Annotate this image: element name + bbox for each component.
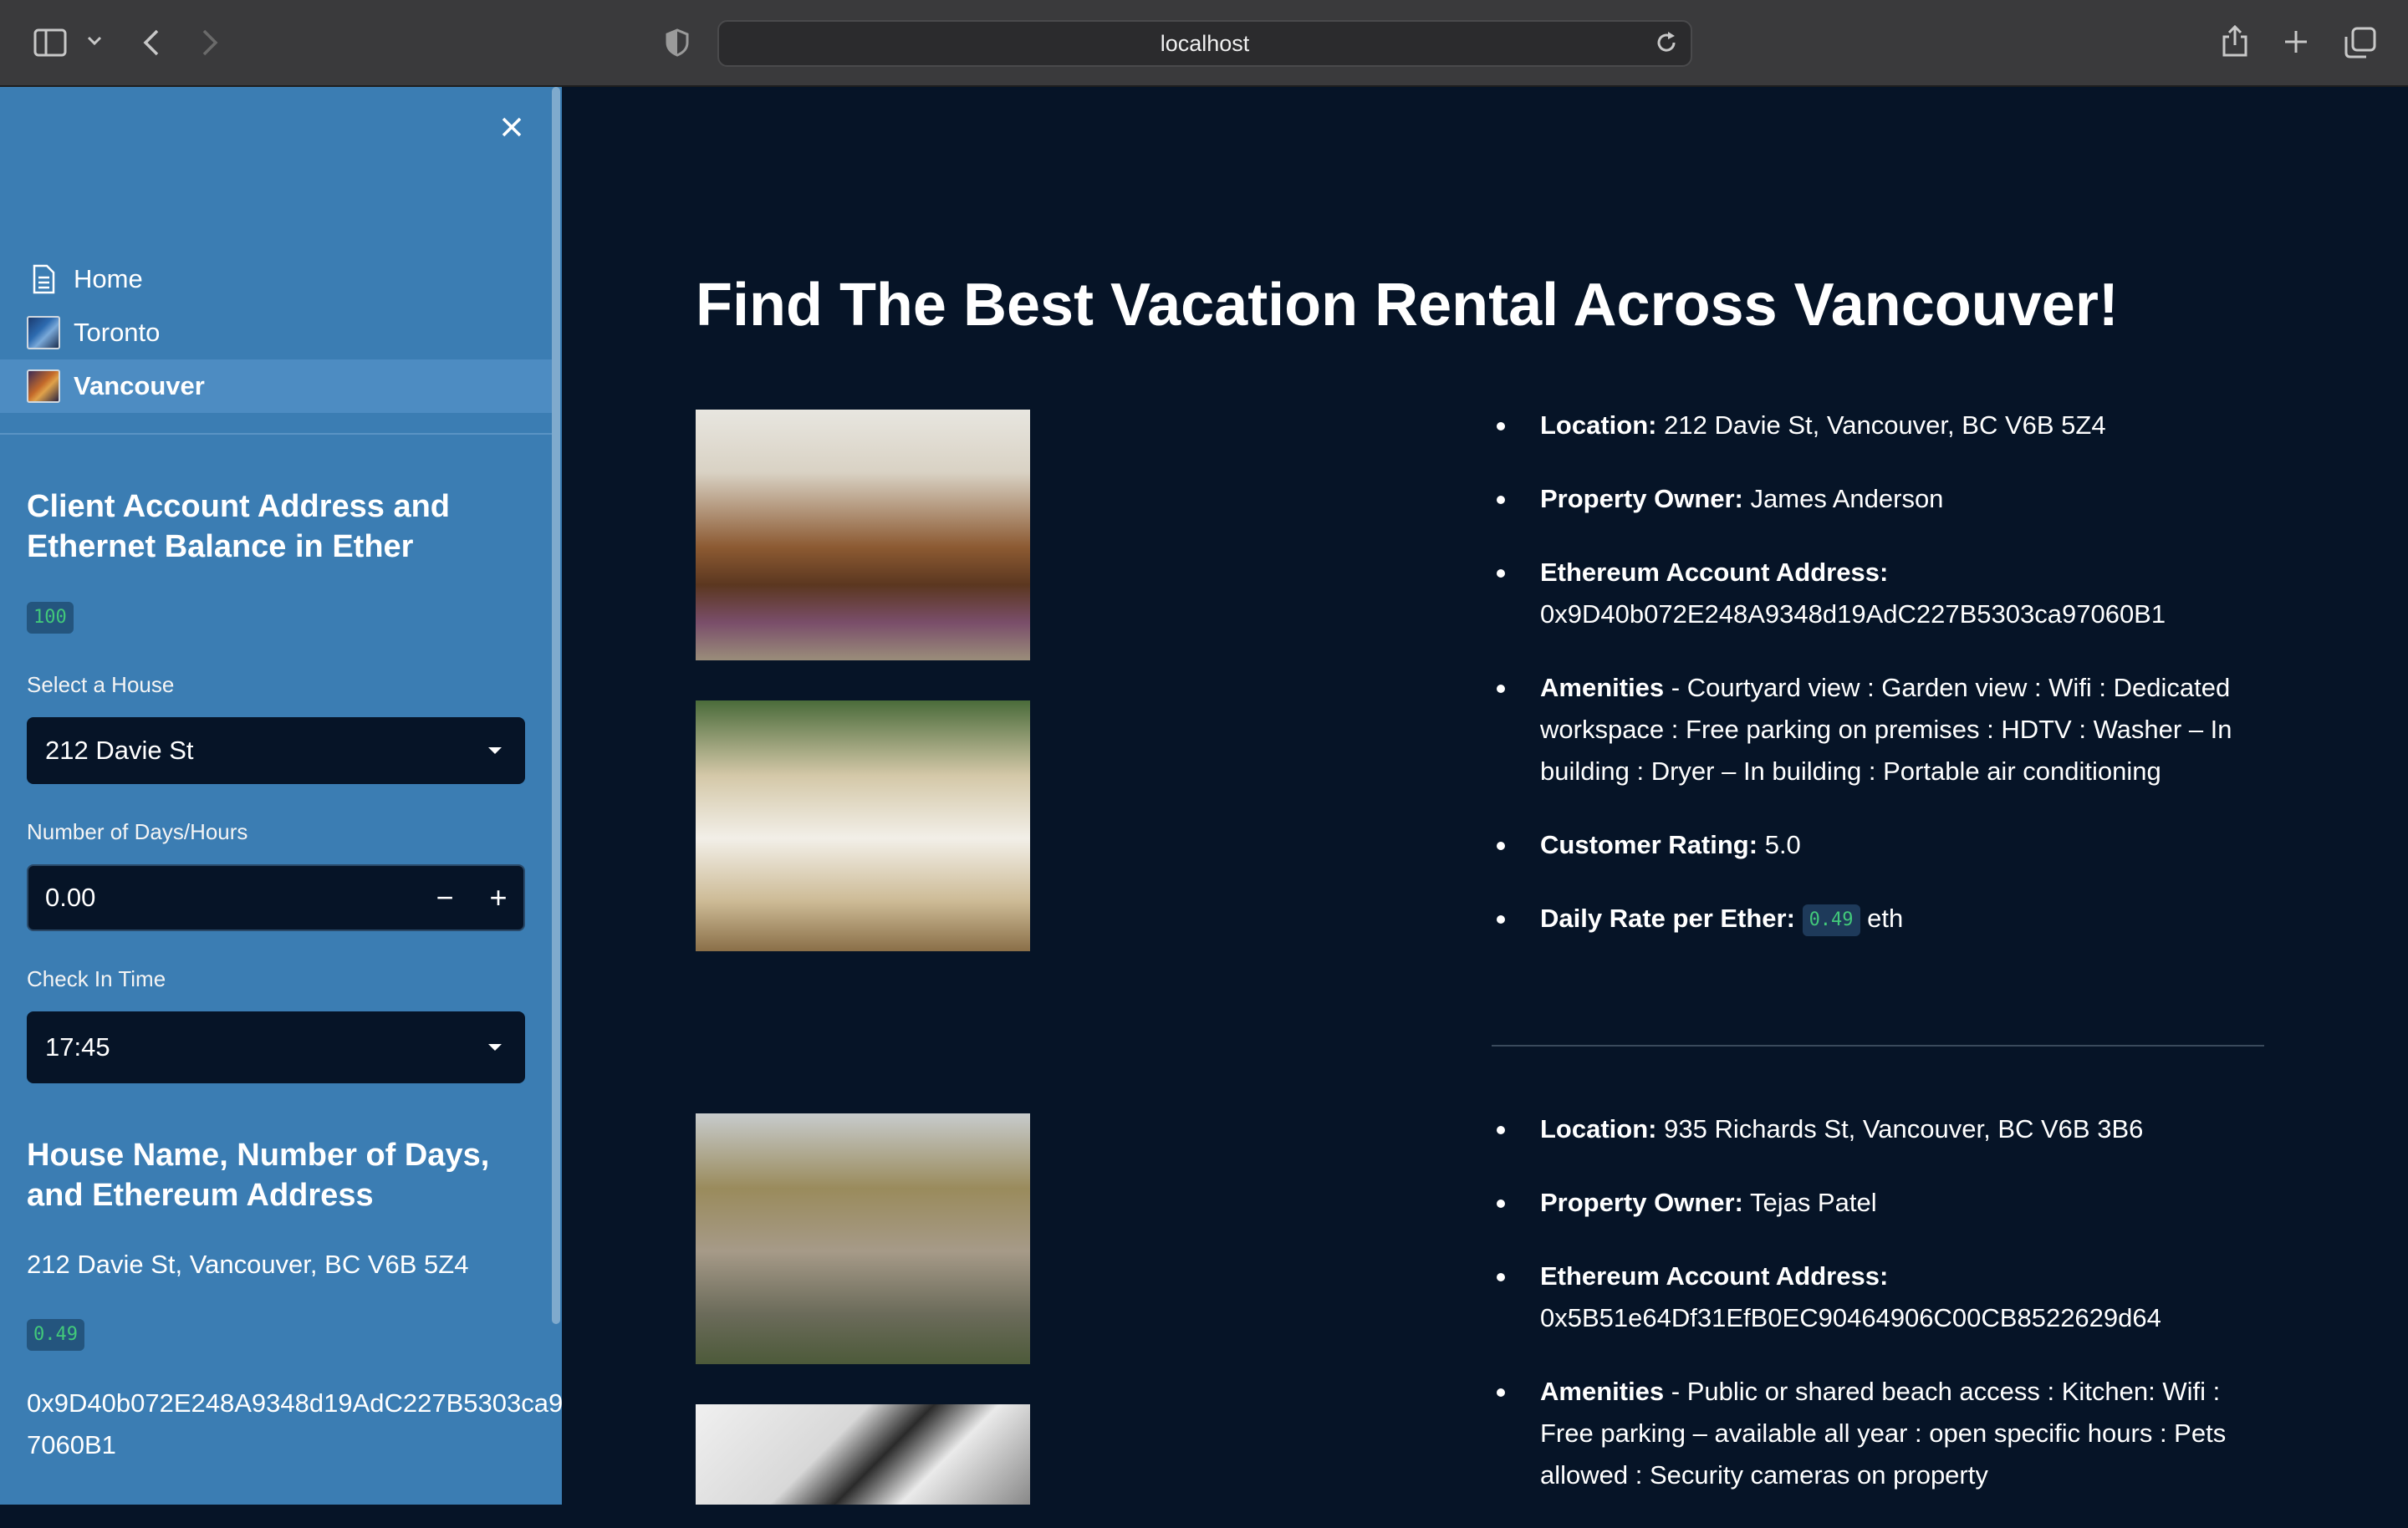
house-select[interactable]: 212 Davie St: [27, 717, 525, 784]
nav-divider: [0, 433, 552, 435]
eth-value: 0x9D40b072E248A9348d19AdC227B5303ca97060…: [1540, 599, 2166, 629]
listing-1-location: Location: 212 Davie St, Vancouver, BC V6…: [1492, 405, 2269, 446]
checkin-select[interactable]: 17:45: [27, 1011, 525, 1083]
page-title: Find The Best Vacation Rental Across Van…: [696, 272, 2119, 339]
summary-rate-badge: 0.49: [27, 1319, 84, 1351]
owner-value: James Anderson: [1750, 484, 1944, 513]
listing-2-eth-address: Ethereum Account Address: 0x5B51e64Df31E…: [1492, 1256, 2269, 1339]
sidebar: Home Toronto Vancouver Client Account Ad…: [0, 87, 562, 1505]
days-stepper: − +: [27, 864, 525, 931]
url-text: localhost: [1160, 30, 1250, 56]
summary-eth-line-2: 7060B1: [27, 1430, 116, 1459]
toronto-thumbnail-icon: [27, 316, 60, 349]
rate-unit: eth: [1867, 904, 1904, 933]
share-icon[interactable]: [2221, 23, 2249, 59]
owner-label: Property Owner:: [1540, 484, 1743, 513]
vancouver-thumbnail-icon: [27, 369, 60, 403]
listing-1-amenities: Amenities - Courtyard view : Garden view…: [1492, 667, 2269, 792]
nav-label-vancouver: Vancouver: [74, 371, 205, 400]
rating-value: 5.0: [1764, 830, 1801, 859]
document-icon: [33, 264, 55, 294]
nav-label-home: Home: [74, 264, 143, 293]
listing-2-photo-interior: [696, 1404, 1030, 1505]
listing-2-photo-exterior: [696, 1113, 1030, 1364]
chevron-down-icon[interactable]: [87, 35, 102, 47]
nav-label-toronto: Toronto: [74, 318, 161, 347]
privacy-shield-icon[interactable]: [666, 28, 689, 57]
nav-item-vancouver[interactable]: Vancouver: [0, 359, 552, 413]
eth-label: Ethereum Account Address:: [1540, 1261, 1889, 1291]
page-nav: Home Toronto Vancouver: [0, 252, 552, 413]
main-content: Find The Best Vacation Rental Across Van…: [562, 87, 2408, 1505]
increment-button[interactable]: +: [472, 866, 525, 930]
rate-badge: 0.49: [1802, 904, 1860, 936]
listing-divider: [1492, 1045, 2264, 1047]
close-icon[interactable]: [497, 112, 527, 142]
rate-label: Daily Rate per Ether:: [1540, 904, 1795, 933]
browser-toolbar: localhost: [0, 0, 2408, 87]
amenities-label: Amenities: [1540, 1377, 1665, 1406]
eth-label: Ethereum Account Address:: [1540, 558, 1889, 587]
listing-2-location: Location: 935 Richards St, Vancouver, BC…: [1492, 1108, 2269, 1150]
nav-item-home[interactable]: Home: [0, 252, 552, 306]
caret-down-icon: [488, 747, 502, 754]
summary-eth-address: 0x9D40b072E248A9348d19AdC227B5303ca9 706…: [27, 1383, 562, 1466]
checkin-label: Check In Time: [27, 966, 166, 991]
listing-1-photo-bedroom: [696, 700, 1030, 951]
reload-icon[interactable]: [1654, 30, 1679, 55]
location-value: 212 Davie St, Vancouver, BC V6B 5Z4: [1664, 410, 2106, 440]
summary-heading: House Name, Number of Days, and Ethereum…: [27, 1138, 490, 1213]
days-label: Number of Days/Hours: [27, 819, 248, 844]
location-label: Location:: [1540, 1114, 1657, 1143]
sidebar-scrollbar[interactable]: [552, 87, 560, 1324]
house-select-value: 212 Davie St: [45, 736, 194, 765]
summary-eth-line-1: 0x9D40b072E248A9348d19AdC227B5303ca9: [27, 1388, 562, 1418]
listing-1-daily-rate: Daily Rate per Ether: 0.49 eth: [1492, 898, 2269, 940]
listing-1-photo-living-room: [696, 410, 1030, 660]
account-heading: Client Account Address and Ethernet Bala…: [27, 489, 451, 564]
listing-1-owner: Property Owner: James Anderson: [1492, 478, 2269, 520]
decrement-button[interactable]: −: [418, 866, 472, 930]
listing-1-details: Location: 212 Davie St, Vancouver, BC V6…: [1492, 405, 2269, 971]
forward-icon[interactable]: [201, 28, 219, 57]
listing-2-owner: Property Owner: Tejas Patel: [1492, 1182, 2269, 1224]
back-icon[interactable]: [142, 28, 161, 57]
owner-label: Property Owner:: [1540, 1188, 1743, 1217]
select-house-label: Select a House: [27, 672, 175, 697]
location-value: 935 Richards St, Vancouver, BC V6B 3B6: [1664, 1114, 2144, 1143]
nav-item-toronto[interactable]: Toronto: [0, 306, 552, 359]
new-tab-icon[interactable]: [2283, 28, 2309, 55]
owner-value: Tejas Patel: [1749, 1188, 1877, 1217]
summary-address: 212 Davie St, Vancouver, BC V6B 5Z4: [27, 1250, 469, 1279]
address-bar[interactable]: localhost: [717, 20, 1692, 67]
listing-1-eth-address: Ethereum Account Address: 0x9D40b072E248…: [1492, 552, 2269, 635]
eth-value: 0x5B51e64Df31EfB0EC90464906C00CB8522629d…: [1540, 1303, 2161, 1332]
sidebar-toggle-icon[interactable]: [33, 28, 67, 57]
rating-label: Customer Rating:: [1540, 830, 1758, 859]
listing-1-rating: Customer Rating: 5.0: [1492, 824, 2269, 866]
listing-2-details: Location: 935 Richards St, Vancouver, BC…: [1492, 1108, 2269, 1528]
amenities-label: Amenities: [1540, 673, 1665, 702]
balance-badge: 100: [27, 602, 74, 634]
caret-down-icon: [488, 1044, 502, 1051]
listing-2-amenities: Amenities - Public or shared beach acces…: [1492, 1371, 2269, 1496]
location-label: Location:: [1540, 410, 1657, 440]
checkin-select-value: 17:45: [45, 1032, 110, 1062]
tab-overview-icon[interactable]: [2344, 27, 2376, 59]
days-input[interactable]: [45, 866, 380, 930]
